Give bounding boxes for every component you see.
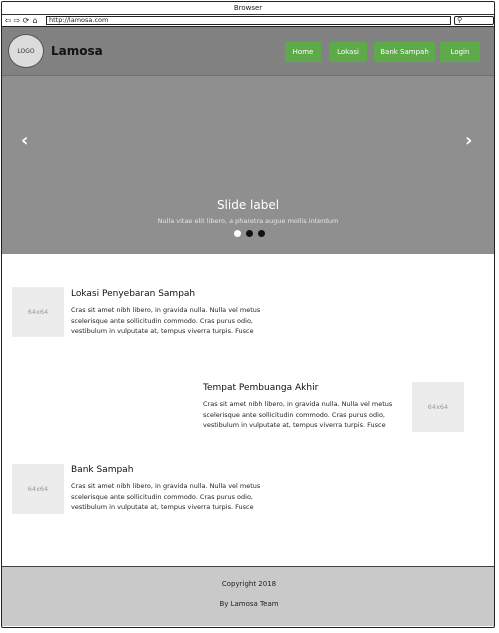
carousel-indicator-3[interactable] — [258, 230, 265, 237]
site-footer: Copyright 2018 By Lamosa Team — [2, 566, 494, 626]
browser-address-bar: ⇦⇨⟳ ⌂ http://lamosa.com ⚲ — [2, 15, 494, 27]
url-input[interactable]: http://lamosa.com — [46, 16, 451, 25]
slide-label: Slide label — [216, 198, 280, 212]
copyright-text: Copyright 2018 — [221, 580, 277, 588]
brand-name[interactable]: Lamosa — [51, 44, 103, 58]
media-list: 64x64 Lokasi Penyebaran Sampah Cras sit … — [2, 254, 494, 553]
site-header: LOGO Lamosa Home Lokasi Bank Sampah Logi… — [2, 27, 494, 76]
slide-caption: Nulla vitae elit libero, a pharetra augu… — [157, 217, 339, 225]
home-icon[interactable]: ⌂ — [31, 15, 40, 26]
media-title: Bank Sampah — [71, 465, 134, 475]
media-text: Cras sit amet nibh libero, in gravida nu… — [71, 482, 261, 511]
media-thumbnail: 64x64 — [412, 382, 464, 432]
back-icon[interactable]: ⇦ — [4, 15, 13, 26]
chevron-left-icon[interactable]: ‹ — [21, 131, 28, 151]
credit-text: By Lamosa Team — [219, 600, 279, 608]
carousel-indicator-1[interactable] — [234, 230, 241, 237]
logo[interactable]: LOGO — [8, 34, 44, 68]
nav-bank-sampah-button[interactable]: Bank Sampah — [374, 42, 435, 62]
browser-search-input[interactable]: ⚲ — [454, 16, 494, 25]
search-icon: ⚲ — [457, 16, 463, 24]
nav-home-button[interactable]: Home — [285, 42, 321, 62]
carousel: ‹ › Slide label Nulla vitae elit libero,… — [2, 76, 494, 254]
media-thumbnail: 64x64 — [12, 464, 64, 514]
browser-window: Browser ⇦⇨⟳ ⌂ http://lamosa.com ⚲ LOGO La… — [1, 1, 495, 628]
chevron-right-icon[interactable]: › — [465, 131, 472, 151]
media-text: Cras sit amet nibh libero, in gravida nu… — [71, 306, 261, 335]
media-title: Tempat Pembuanga Akhir — [203, 383, 319, 393]
browser-title: Browser — [233, 4, 263, 12]
forward-icon[interactable]: ⇨ — [13, 15, 22, 26]
refresh-icon[interactable]: ⟳ — [22, 15, 31, 26]
nav-lokasi-button[interactable]: Lokasi — [329, 42, 367, 62]
carousel-indicator-2[interactable] — [246, 230, 253, 237]
media-thumbnail: 64x64 — [12, 287, 64, 337]
nav-login-button[interactable]: Login — [440, 42, 480, 62]
media-title: Lokasi Penyebaran Sampah — [71, 289, 196, 299]
browser-title-bar: Browser — [2, 2, 494, 15]
media-text: Cras sit amet nibh libero, in gravida nu… — [203, 400, 393, 429]
